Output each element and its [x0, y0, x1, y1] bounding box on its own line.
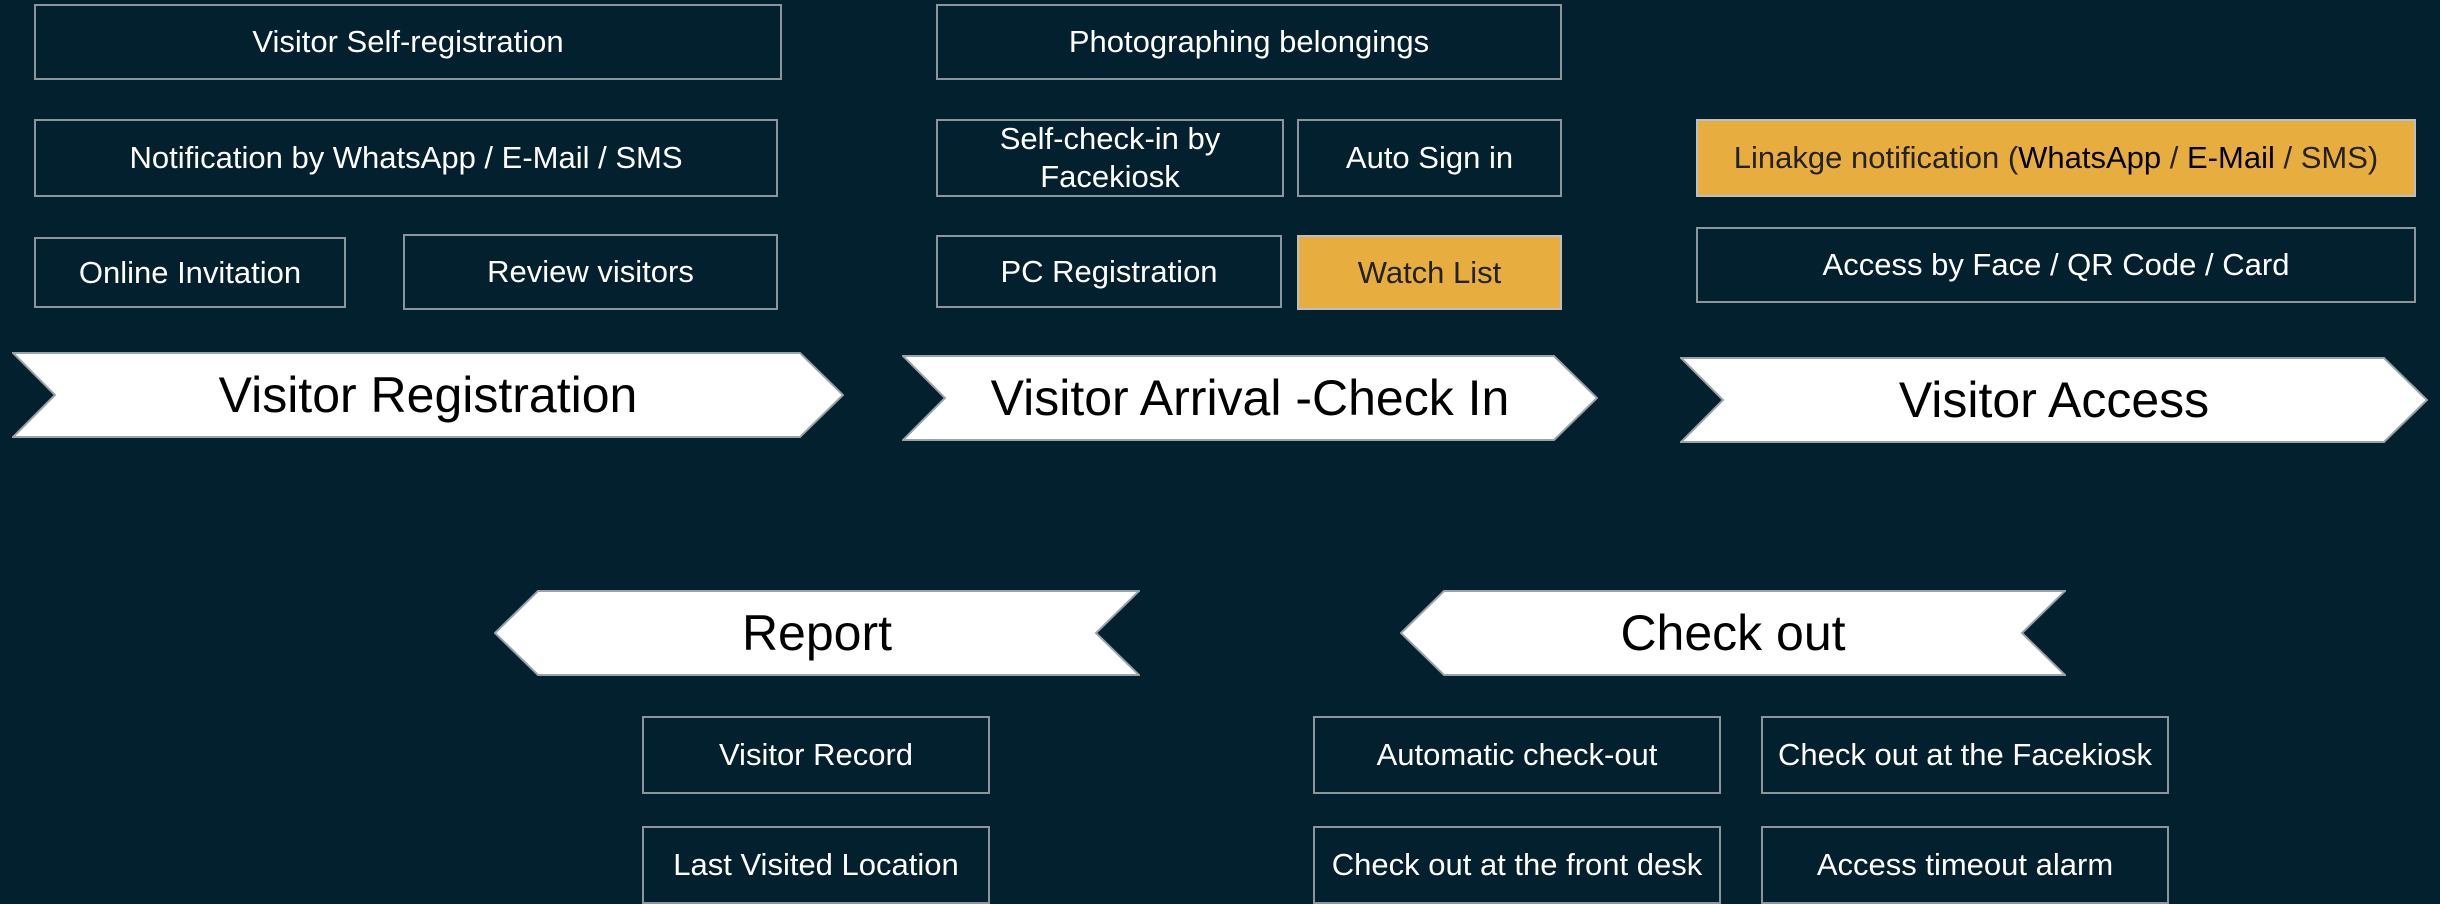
notification-text: Notification by WhatsApp / E-Mail / SMS — [129, 140, 683, 175]
stage-visitor-access: Visitor Access — [1680, 357, 2428, 443]
stage-check-out: Check out — [1400, 590, 2066, 676]
auto-sign-in-text: Auto Sign in — [1345, 140, 1514, 175]
notification-box: Notification by WhatsApp / E-Mail / SMS — [34, 119, 778, 197]
access-timeout-alarm-box: Access timeout alarm — [1761, 826, 2169, 904]
checkout-facekiosk-box: Check out at the Facekiosk — [1761, 716, 2169, 794]
linkage-email: E-Mail — [2187, 140, 2275, 175]
visitor-record-text: Visitor Record — [718, 737, 914, 772]
review-visitors-text: Review visitors — [487, 254, 694, 289]
linkage-notification-text: Linakge notification (WhatsApp / E-Mail … — [1734, 139, 2378, 177]
linkage-separator: / — [2161, 140, 2187, 175]
linkage-notification-box: Linakge notification (WhatsApp / E-Mail … — [1696, 119, 2416, 197]
access-methods-box: Access by Face / QR Code / Card — [1696, 227, 2416, 303]
stage-visitor-arrival: Visitor Arrival -Check In — [902, 355, 1598, 441]
auto-sign-in-box: Auto Sign in — [1297, 119, 1562, 197]
self-checkin-facekiosk-text: Self-check-in by Facekiosk — [999, 121, 1221, 194]
pc-registration-box: PC Registration — [936, 235, 1282, 308]
photographing-belongings-text: Photographing belongings — [1068, 24, 1430, 59]
linkage-separator: / — [2274, 140, 2301, 175]
photographing-belongings-box: Photographing belongings — [936, 4, 1562, 80]
visitor-self-registration-box: Visitor Self-registration — [34, 4, 782, 80]
linkage-whatsapp: WhatsApp — [2018, 140, 2162, 175]
visitor-record-box: Visitor Record — [642, 716, 990, 794]
automatic-checkout-text: Automatic check-out — [1376, 737, 1658, 772]
watch-list-text: Watch List — [1357, 254, 1502, 290]
checkout-front-desk-box: Check out at the front desk — [1313, 826, 1721, 904]
online-invitation-text: Online Invitation — [78, 254, 302, 290]
stage-visitor-registration: Visitor Registration — [12, 352, 844, 438]
checkout-front-desk-text: Check out at the front desk — [1331, 847, 1703, 882]
access-timeout-alarm-text: Access timeout alarm — [1816, 847, 2114, 882]
review-visitors-box: Review visitors — [403, 234, 778, 310]
linkage-suffix: ) — [2367, 140, 2379, 175]
online-invitation-box: Online Invitation — [34, 237, 346, 308]
checkout-facekiosk-text: Check out at the Facekiosk — [1778, 737, 2152, 772]
automatic-checkout-box: Automatic check-out — [1313, 716, 1721, 794]
visitor-self-registration-text: Visitor Self-registration — [252, 24, 564, 59]
stage-report: Report — [494, 590, 1140, 676]
self-checkin-facekiosk-box: Self-check-in by Facekiosk — [936, 119, 1284, 197]
last-visited-location-box: Last Visited Location — [642, 826, 990, 904]
stage-visitor-registration-label: Visitor Registration — [218, 367, 638, 423]
linkage-prefix: Linakge notification ( — [1733, 140, 2019, 175]
stage-report-label: Report — [741, 605, 893, 661]
watch-list-box: Watch List — [1297, 235, 1562, 310]
linkage-sms: SMS — [2300, 140, 2368, 175]
stage-visitor-arrival-label: Visitor Arrival -Check In — [990, 370, 1510, 426]
stage-check-out-label: Check out — [1620, 605, 1846, 661]
last-visited-location-text: Last Visited Location — [673, 847, 959, 882]
stage-visitor-access-label: Visitor Access — [1898, 372, 2210, 428]
pc-registration-text: PC Registration — [1000, 253, 1218, 289]
access-methods-text: Access by Face / QR Code / Card — [1822, 247, 2290, 282]
